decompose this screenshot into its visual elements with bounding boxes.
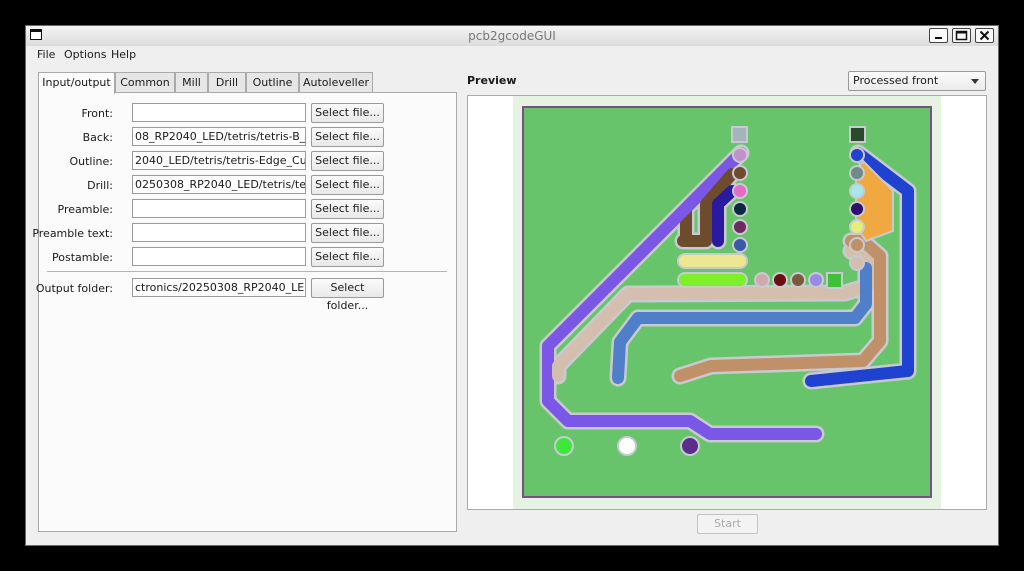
- postamble-select-file-button[interactable]: Select file...: [311, 247, 384, 267]
- pad-bar-green: [677, 272, 748, 288]
- preamble-select-file-button[interactable]: Select file...: [311, 199, 384, 219]
- pad-square-gray: [731, 126, 748, 143]
- output-folder-label: Output folder:: [35, 282, 113, 295]
- hole-purple: [680, 436, 700, 456]
- tab-mill[interactable]: Mill: [175, 72, 208, 93]
- back-file-input[interactable]: 08_RP2040_LED/tetris/tetris-B_Cu.gbr: [132, 127, 306, 146]
- front-label: Front:: [81, 107, 113, 120]
- pad-square-dark: [849, 126, 866, 143]
- window-title: pcb2gcodeGUI: [468, 29, 556, 43]
- pad-13: [849, 255, 865, 271]
- pad-15: [772, 272, 788, 288]
- drill-select-file-button[interactable]: Select file...: [311, 175, 384, 195]
- preview-frame: [467, 95, 987, 510]
- back-label: Back:: [82, 131, 113, 144]
- tab-drill[interactable]: Drill: [208, 72, 246, 93]
- pad-16: [790, 272, 806, 288]
- pad-5: [732, 219, 748, 235]
- hole-white: [617, 436, 637, 456]
- chevron-down-icon: [971, 79, 979, 84]
- hole-green: [554, 436, 574, 456]
- pad-17: [808, 272, 824, 288]
- menu-help[interactable]: Help: [111, 48, 136, 61]
- tab-common[interactable]: Common: [115, 72, 175, 93]
- outline-label: Outline:: [69, 155, 113, 168]
- separator: [47, 271, 447, 272]
- drill-label: Drill:: [87, 179, 113, 192]
- preamble-text-file-input[interactable]: [132, 223, 306, 242]
- start-button[interactable]: Start: [697, 514, 758, 534]
- pad-square-green: [826, 272, 843, 289]
- back-select-file-button[interactable]: Select file...: [311, 127, 384, 147]
- output-select-folder-button[interactable]: Select folder...: [311, 278, 384, 312]
- pad-10: [849, 201, 865, 217]
- outline-select-file-button[interactable]: Select file...: [311, 151, 384, 171]
- postamble-label: Postamble:: [52, 251, 113, 264]
- maximize-button[interactable]: [952, 28, 971, 43]
- preamble-file-input[interactable]: [132, 199, 306, 218]
- pcb-preview-image: [513, 96, 941, 509]
- pad-bar-yellow: [677, 253, 748, 269]
- close-icon: [979, 30, 990, 41]
- maximize-icon: [955, 30, 968, 41]
- menu-file[interactable]: File: [37, 48, 55, 61]
- pad-4: [732, 201, 748, 217]
- postamble-file-input[interactable]: [132, 247, 306, 266]
- preamble-label: Preamble:: [57, 203, 113, 216]
- pad-3: [732, 183, 748, 199]
- minimize-icon: [935, 37, 942, 39]
- tab-autoleveller[interactable]: Autoleveller: [299, 72, 373, 93]
- pad-2: [732, 165, 748, 181]
- pad-1: [732, 147, 748, 163]
- preamble-text-select-file-button[interactable]: Select file...: [311, 223, 384, 243]
- close-button[interactable]: [975, 28, 994, 43]
- pad-8: [849, 165, 865, 181]
- title-bar[interactable]: pcb2gcodeGUI: [26, 26, 998, 47]
- preview-view-value: Processed front: [853, 74, 939, 87]
- pad-12: [849, 237, 865, 253]
- pad-14: [754, 272, 770, 288]
- pad-6: [732, 237, 748, 253]
- app-window: pcb2gcodeGUI File Options Help Input/out…: [25, 25, 999, 546]
- minimize-button[interactable]: [929, 28, 948, 43]
- preamble-text-label: Preamble text:: [32, 227, 113, 240]
- input-output-panel: Front: Select file... Back: 08_RP2040_LE…: [32, 92, 457, 532]
- menu-bar: File Options Help: [26, 46, 998, 64]
- front-select-file-button[interactable]: Select file...: [311, 103, 384, 123]
- pad-11: [849, 219, 865, 235]
- drill-file-input[interactable]: 0250308_RP2040_LED/tetris/tetris.drl: [132, 175, 306, 194]
- menu-options[interactable]: Options: [64, 48, 106, 61]
- preview-title: Preview: [467, 74, 517, 87]
- pad-9: [849, 183, 865, 199]
- tab-input-output[interactable]: Input/output: [38, 72, 115, 94]
- pad-7: [849, 147, 865, 163]
- outline-file-input[interactable]: 2040_LED/tetris/tetris-Edge_Cuts.gbr: [132, 151, 306, 170]
- preview-view-select[interactable]: Processed front: [848, 71, 986, 91]
- front-file-input[interactable]: [132, 103, 306, 122]
- tab-outline[interactable]: Outline: [246, 72, 299, 93]
- output-folder-input[interactable]: ctronics/20250308_RP2040_LED/tetris: [132, 278, 306, 297]
